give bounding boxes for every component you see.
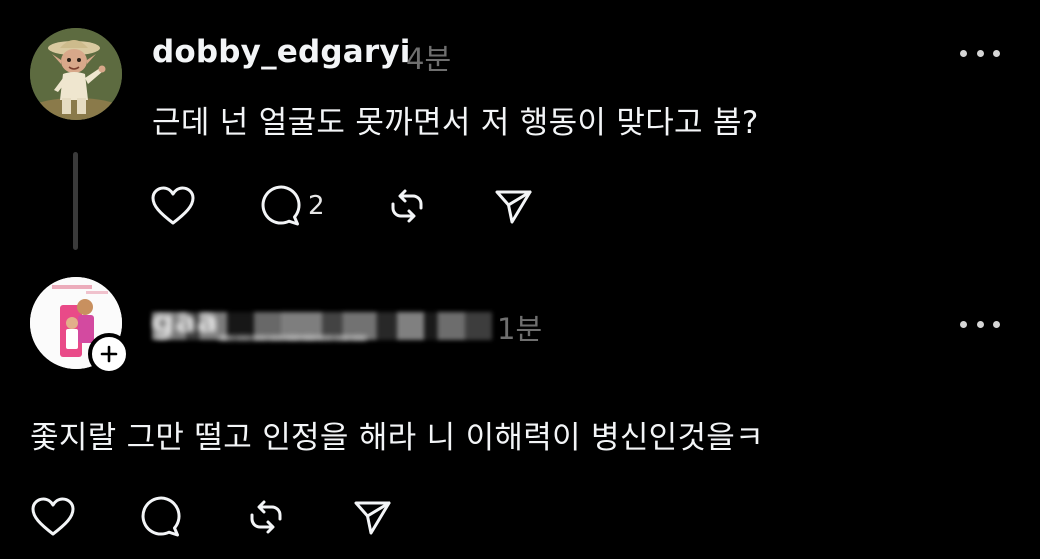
comment-icon <box>261 185 301 226</box>
heart-icon <box>31 497 75 536</box>
share-button[interactable] <box>491 183 535 229</box>
like-button[interactable] <box>30 494 78 540</box>
username: gaa_________ <box>152 304 368 340</box>
share-button[interactable] <box>350 494 394 540</box>
elf-avatar-image <box>30 28 122 120</box>
post-text: 좇지랄 그만 떨고 인정을 해라 니 이해력이 병신인것을ㅋ <box>30 420 764 456</box>
username[interactable]: dobby_edgaryi <box>152 34 411 70</box>
post-text: 근데 넌 얼굴도 못까면서 저 행동이 맞다고 봄? <box>152 105 759 141</box>
avatar[interactable] <box>30 28 122 120</box>
threads-feed: dobby_edgaryi 4분 근데 넌 얼굴도 못까면서 저 행동이 맞다고… <box>0 0 1040 559</box>
timestamp: 1분 <box>497 312 543 346</box>
reply-button[interactable] <box>138 494 182 540</box>
repost-button[interactable] <box>385 183 429 229</box>
post-actions: 2 <box>150 183 535 229</box>
repost-icon <box>250 500 282 534</box>
heart-icon <box>151 186 195 225</box>
reply-count: 2 <box>308 191 325 221</box>
repost-button[interactable] <box>244 494 288 540</box>
send-icon <box>354 501 391 535</box>
follow-button[interactable] <box>88 333 130 375</box>
reply-button[interactable]: 2 <box>258 183 325 229</box>
more-options-icon[interactable] <box>960 316 1000 332</box>
timestamp: 4분 <box>406 42 452 76</box>
repost-icon <box>391 189 423 223</box>
more-options-icon[interactable] <box>960 45 1000 61</box>
post-actions <box>30 494 394 540</box>
like-button[interactable] <box>150 183 198 229</box>
comment-icon <box>141 496 181 537</box>
plus-icon <box>100 345 118 363</box>
thread-line <box>73 152 78 250</box>
username-redacted[interactable]: gaa_________ <box>152 302 492 346</box>
send-icon <box>495 190 532 224</box>
